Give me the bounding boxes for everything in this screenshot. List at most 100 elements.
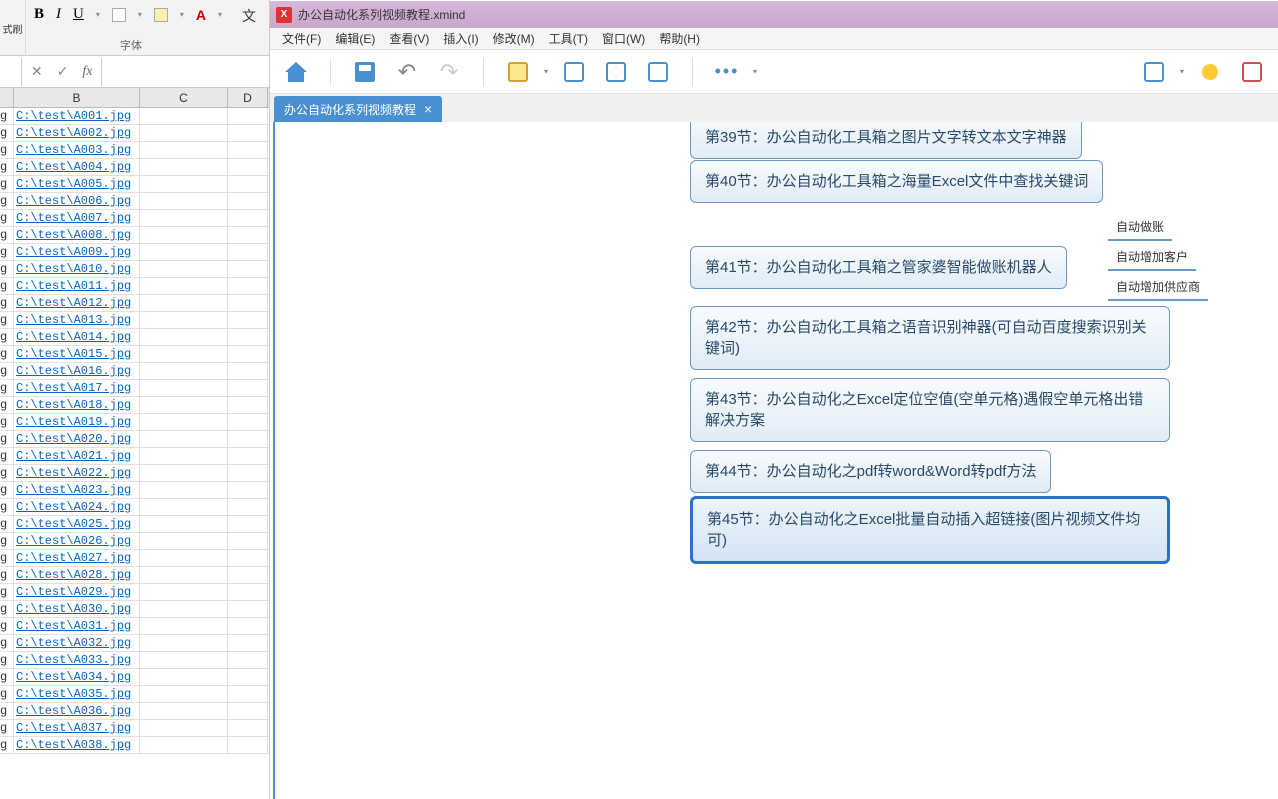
- cell[interactable]: g: [0, 142, 14, 158]
- cell[interactable]: [228, 703, 268, 719]
- hyperlink-cell[interactable]: C:\test\A012.jpg: [14, 295, 140, 311]
- cell[interactable]: [228, 295, 268, 311]
- cell[interactable]: [140, 159, 228, 175]
- tool-button-1[interactable]: [502, 56, 534, 88]
- cell[interactable]: [140, 125, 228, 141]
- undo-button[interactable]: ↶: [391, 56, 423, 88]
- table-row[interactable]: gC:\test\A009.jpg: [0, 244, 269, 261]
- col-header-a[interactable]: [0, 88, 14, 107]
- cell[interactable]: g: [0, 669, 14, 685]
- hyperlink-cell[interactable]: C:\test\A020.jpg: [14, 431, 140, 447]
- cell[interactable]: [140, 652, 228, 668]
- cell[interactable]: [228, 720, 268, 736]
- cell[interactable]: [228, 346, 268, 362]
- table-row[interactable]: gC:\test\A015.jpg: [0, 346, 269, 363]
- cell[interactable]: [228, 193, 268, 209]
- table-row[interactable]: gC:\test\A007.jpg: [0, 210, 269, 227]
- cell[interactable]: [140, 193, 228, 209]
- cell[interactable]: [228, 261, 268, 277]
- table-row[interactable]: gC:\test\A022.jpg: [0, 465, 269, 482]
- table-row[interactable]: gC:\test\A031.jpg: [0, 618, 269, 635]
- cell[interactable]: [140, 499, 228, 515]
- bold-button[interactable]: B: [34, 6, 44, 23]
- mindmap-node[interactable]: 第39节：办公自动化工具箱之图片文字转文本文字神器: [690, 122, 1082, 159]
- table-row[interactable]: gC:\test\A008.jpg: [0, 227, 269, 244]
- cell[interactable]: g: [0, 227, 14, 243]
- dropdown-icon[interactable]: ▾: [1180, 67, 1184, 76]
- dropdown-icon[interactable]: ▾: [180, 10, 184, 19]
- cell[interactable]: g: [0, 159, 14, 175]
- hyperlink-cell[interactable]: C:\test\A037.jpg: [14, 720, 140, 736]
- table-row[interactable]: gC:\test\A025.jpg: [0, 516, 269, 533]
- hyperlink-cell[interactable]: C:\test\A007.jpg: [14, 210, 140, 226]
- table-row[interactable]: gC:\test\A003.jpg: [0, 142, 269, 159]
- menu-item[interactable]: 查看(V): [383, 28, 435, 49]
- mindmap-node[interactable]: 第43节：办公自动化之Excel定位空值(空单元格)遇假空单元格出错解决方案: [690, 378, 1170, 442]
- cell[interactable]: [228, 142, 268, 158]
- cell[interactable]: [228, 227, 268, 243]
- xmind-titlebar[interactable]: X 办公自动化系列视频教程.xmind: [270, 0, 1278, 28]
- cell[interactable]: g: [0, 703, 14, 719]
- table-row[interactable]: gC:\test\A004.jpg: [0, 159, 269, 176]
- cell[interactable]: [140, 227, 228, 243]
- col-header-c[interactable]: C: [140, 88, 228, 107]
- hyperlink-cell[interactable]: C:\test\A036.jpg: [14, 703, 140, 719]
- cell[interactable]: [228, 108, 268, 124]
- document-tab[interactable]: 办公自动化系列视频教程 ×: [274, 96, 442, 122]
- mindmap-node[interactable]: 第41节：办公自动化工具箱之管家婆智能做账机器人: [690, 246, 1067, 289]
- cell[interactable]: [228, 499, 268, 515]
- table-row[interactable]: gC:\test\A030.jpg: [0, 601, 269, 618]
- cell[interactable]: [228, 737, 268, 753]
- cell[interactable]: g: [0, 312, 14, 328]
- cell[interactable]: g: [0, 635, 14, 651]
- cell[interactable]: [140, 465, 228, 481]
- cell[interactable]: [140, 346, 228, 362]
- hyperlink-cell[interactable]: C:\test\A038.jpg: [14, 737, 140, 753]
- cell[interactable]: [228, 652, 268, 668]
- table-row[interactable]: gC:\test\A024.jpg: [0, 499, 269, 516]
- table-row[interactable]: gC:\test\A017.jpg: [0, 380, 269, 397]
- cell[interactable]: g: [0, 329, 14, 345]
- cell[interactable]: g: [0, 380, 14, 396]
- cell[interactable]: [140, 329, 228, 345]
- fill-color-button[interactable]: [154, 8, 168, 22]
- cell[interactable]: g: [0, 516, 14, 532]
- hyperlink-cell[interactable]: C:\test\A008.jpg: [14, 227, 140, 243]
- cell-grid[interactable]: gC:\test\A001.jpggC:\test\A002.jpggC:\te…: [0, 108, 269, 754]
- table-row[interactable]: gC:\test\A035.jpg: [0, 686, 269, 703]
- hyperlink-cell[interactable]: C:\test\A023.jpg: [14, 482, 140, 498]
- hyperlink-cell[interactable]: C:\test\A027.jpg: [14, 550, 140, 566]
- table-row[interactable]: gC:\test\A028.jpg: [0, 567, 269, 584]
- hyperlink-cell[interactable]: C:\test\A034.jpg: [14, 669, 140, 685]
- italic-button[interactable]: I: [56, 6, 61, 23]
- cell[interactable]: [140, 516, 228, 532]
- table-row[interactable]: gC:\test\A001.jpg: [0, 108, 269, 125]
- cell[interactable]: [140, 550, 228, 566]
- cell[interactable]: [228, 380, 268, 396]
- cell[interactable]: [228, 431, 268, 447]
- dropdown-icon[interactable]: ▾: [753, 67, 757, 76]
- cell[interactable]: [140, 210, 228, 226]
- cell[interactable]: [228, 686, 268, 702]
- format-painter-button[interactable]: 式刷: [0, 0, 26, 56]
- table-row[interactable]: gC:\test\A034.jpg: [0, 669, 269, 686]
- table-row[interactable]: gC:\test\A012.jpg: [0, 295, 269, 312]
- confirm-icon[interactable]: ✓: [57, 63, 69, 80]
- mindmap-subnode[interactable]: 自动做账: [1108, 214, 1172, 241]
- cell[interactable]: [228, 516, 268, 532]
- redo-button[interactable]: ↷: [433, 56, 465, 88]
- cell[interactable]: [228, 176, 268, 192]
- cell[interactable]: [140, 601, 228, 617]
- cell[interactable]: g: [0, 125, 14, 141]
- cell[interactable]: [140, 533, 228, 549]
- table-row[interactable]: gC:\test\A018.jpg: [0, 397, 269, 414]
- cell[interactable]: [140, 737, 228, 753]
- table-row[interactable]: gC:\test\A033.jpg: [0, 652, 269, 669]
- hyperlink-cell[interactable]: C:\test\A035.jpg: [14, 686, 140, 702]
- hyperlink-cell[interactable]: C:\test\A014.jpg: [14, 329, 140, 345]
- cell[interactable]: [140, 278, 228, 294]
- cell[interactable]: g: [0, 108, 14, 124]
- hyperlink-cell[interactable]: C:\test\A018.jpg: [14, 397, 140, 413]
- hyperlink-cell[interactable]: C:\test\A019.jpg: [14, 414, 140, 430]
- table-row[interactable]: gC:\test\A002.jpg: [0, 125, 269, 142]
